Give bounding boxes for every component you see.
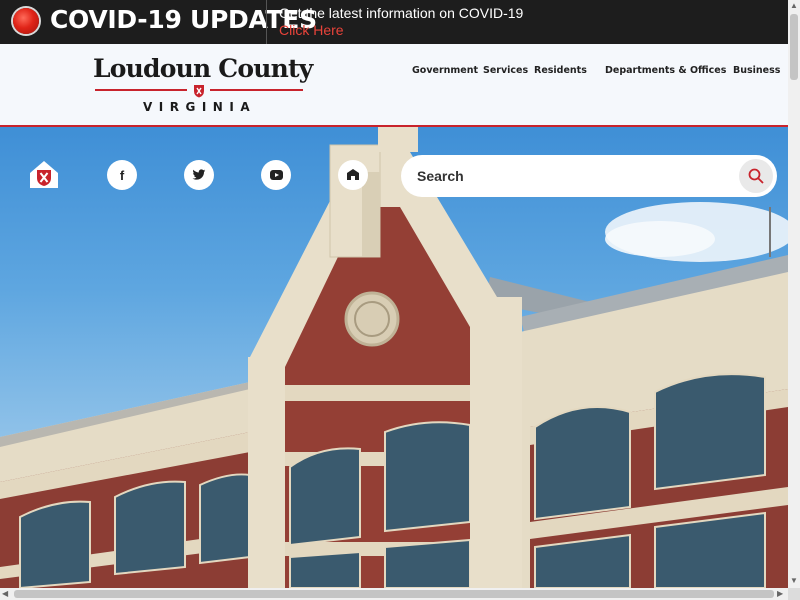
horizontal-scroll-thumb[interactable] xyxy=(14,590,774,598)
covid-banner: COVID-19 UPDATES Get the latest informat… xyxy=(0,0,788,44)
facebook-link[interactable]: f xyxy=(107,160,137,190)
nav-item-business[interactable]: Business xyxy=(733,65,780,76)
horizontal-scrollbar[interactable]: ◀ ▶ xyxy=(0,588,788,600)
news-link[interactable] xyxy=(338,160,368,190)
scroll-left-icon[interactable]: ◀ xyxy=(2,589,8,598)
nav-item-departments-offices[interactable]: Departments & Offices xyxy=(605,65,726,76)
hero-banner: f xyxy=(0,127,788,588)
nav-item-residents[interactable]: Residents xyxy=(534,65,587,76)
home-shield-icon[interactable] xyxy=(28,159,60,189)
logo-subtitle: VIRGINIA xyxy=(143,100,257,114)
covid-banner-title: COVID-19 UPDATES xyxy=(50,5,317,34)
vertical-scrollbar[interactable]: ▲ ▼ xyxy=(788,0,800,588)
covid-banner-info: Get the latest information on COVID-19 xyxy=(279,5,524,21)
banner-divider xyxy=(266,0,267,44)
county-logo[interactable]: Loudoun County VIRGINIA xyxy=(93,54,313,116)
scroll-right-icon[interactable]: ▶ xyxy=(777,589,783,598)
logo-shield-icon xyxy=(194,85,204,98)
search-box xyxy=(401,155,777,197)
site-header: Loudoun County VIRGINIA Government Servi… xyxy=(0,44,788,127)
logo-wordmark: Loudoun County xyxy=(93,54,313,83)
search-input[interactable] xyxy=(417,166,717,186)
nav-item-government[interactable]: Government xyxy=(412,65,478,76)
covid-click-here-link[interactable]: Click Here xyxy=(279,22,344,38)
twitter-icon xyxy=(192,169,206,180)
vertical-scroll-thumb[interactable] xyxy=(790,14,798,80)
scroll-down-icon[interactable]: ▼ xyxy=(790,576,798,585)
search-icon xyxy=(748,168,764,184)
youtube-icon xyxy=(269,170,283,180)
scrollbar-corner xyxy=(788,588,800,600)
facebook-icon: f xyxy=(119,167,125,183)
search-button[interactable] xyxy=(739,159,773,193)
scroll-up-icon[interactable]: ▲ xyxy=(790,1,798,10)
logo-rule-left xyxy=(95,89,187,91)
alert-light-icon xyxy=(13,8,39,34)
youtube-link[interactable] xyxy=(261,160,291,190)
logo-rule-right xyxy=(210,89,303,91)
twitter-link[interactable] xyxy=(184,160,214,190)
nav-item-services[interactable]: Services xyxy=(483,65,528,76)
megaphone-icon xyxy=(347,169,359,180)
